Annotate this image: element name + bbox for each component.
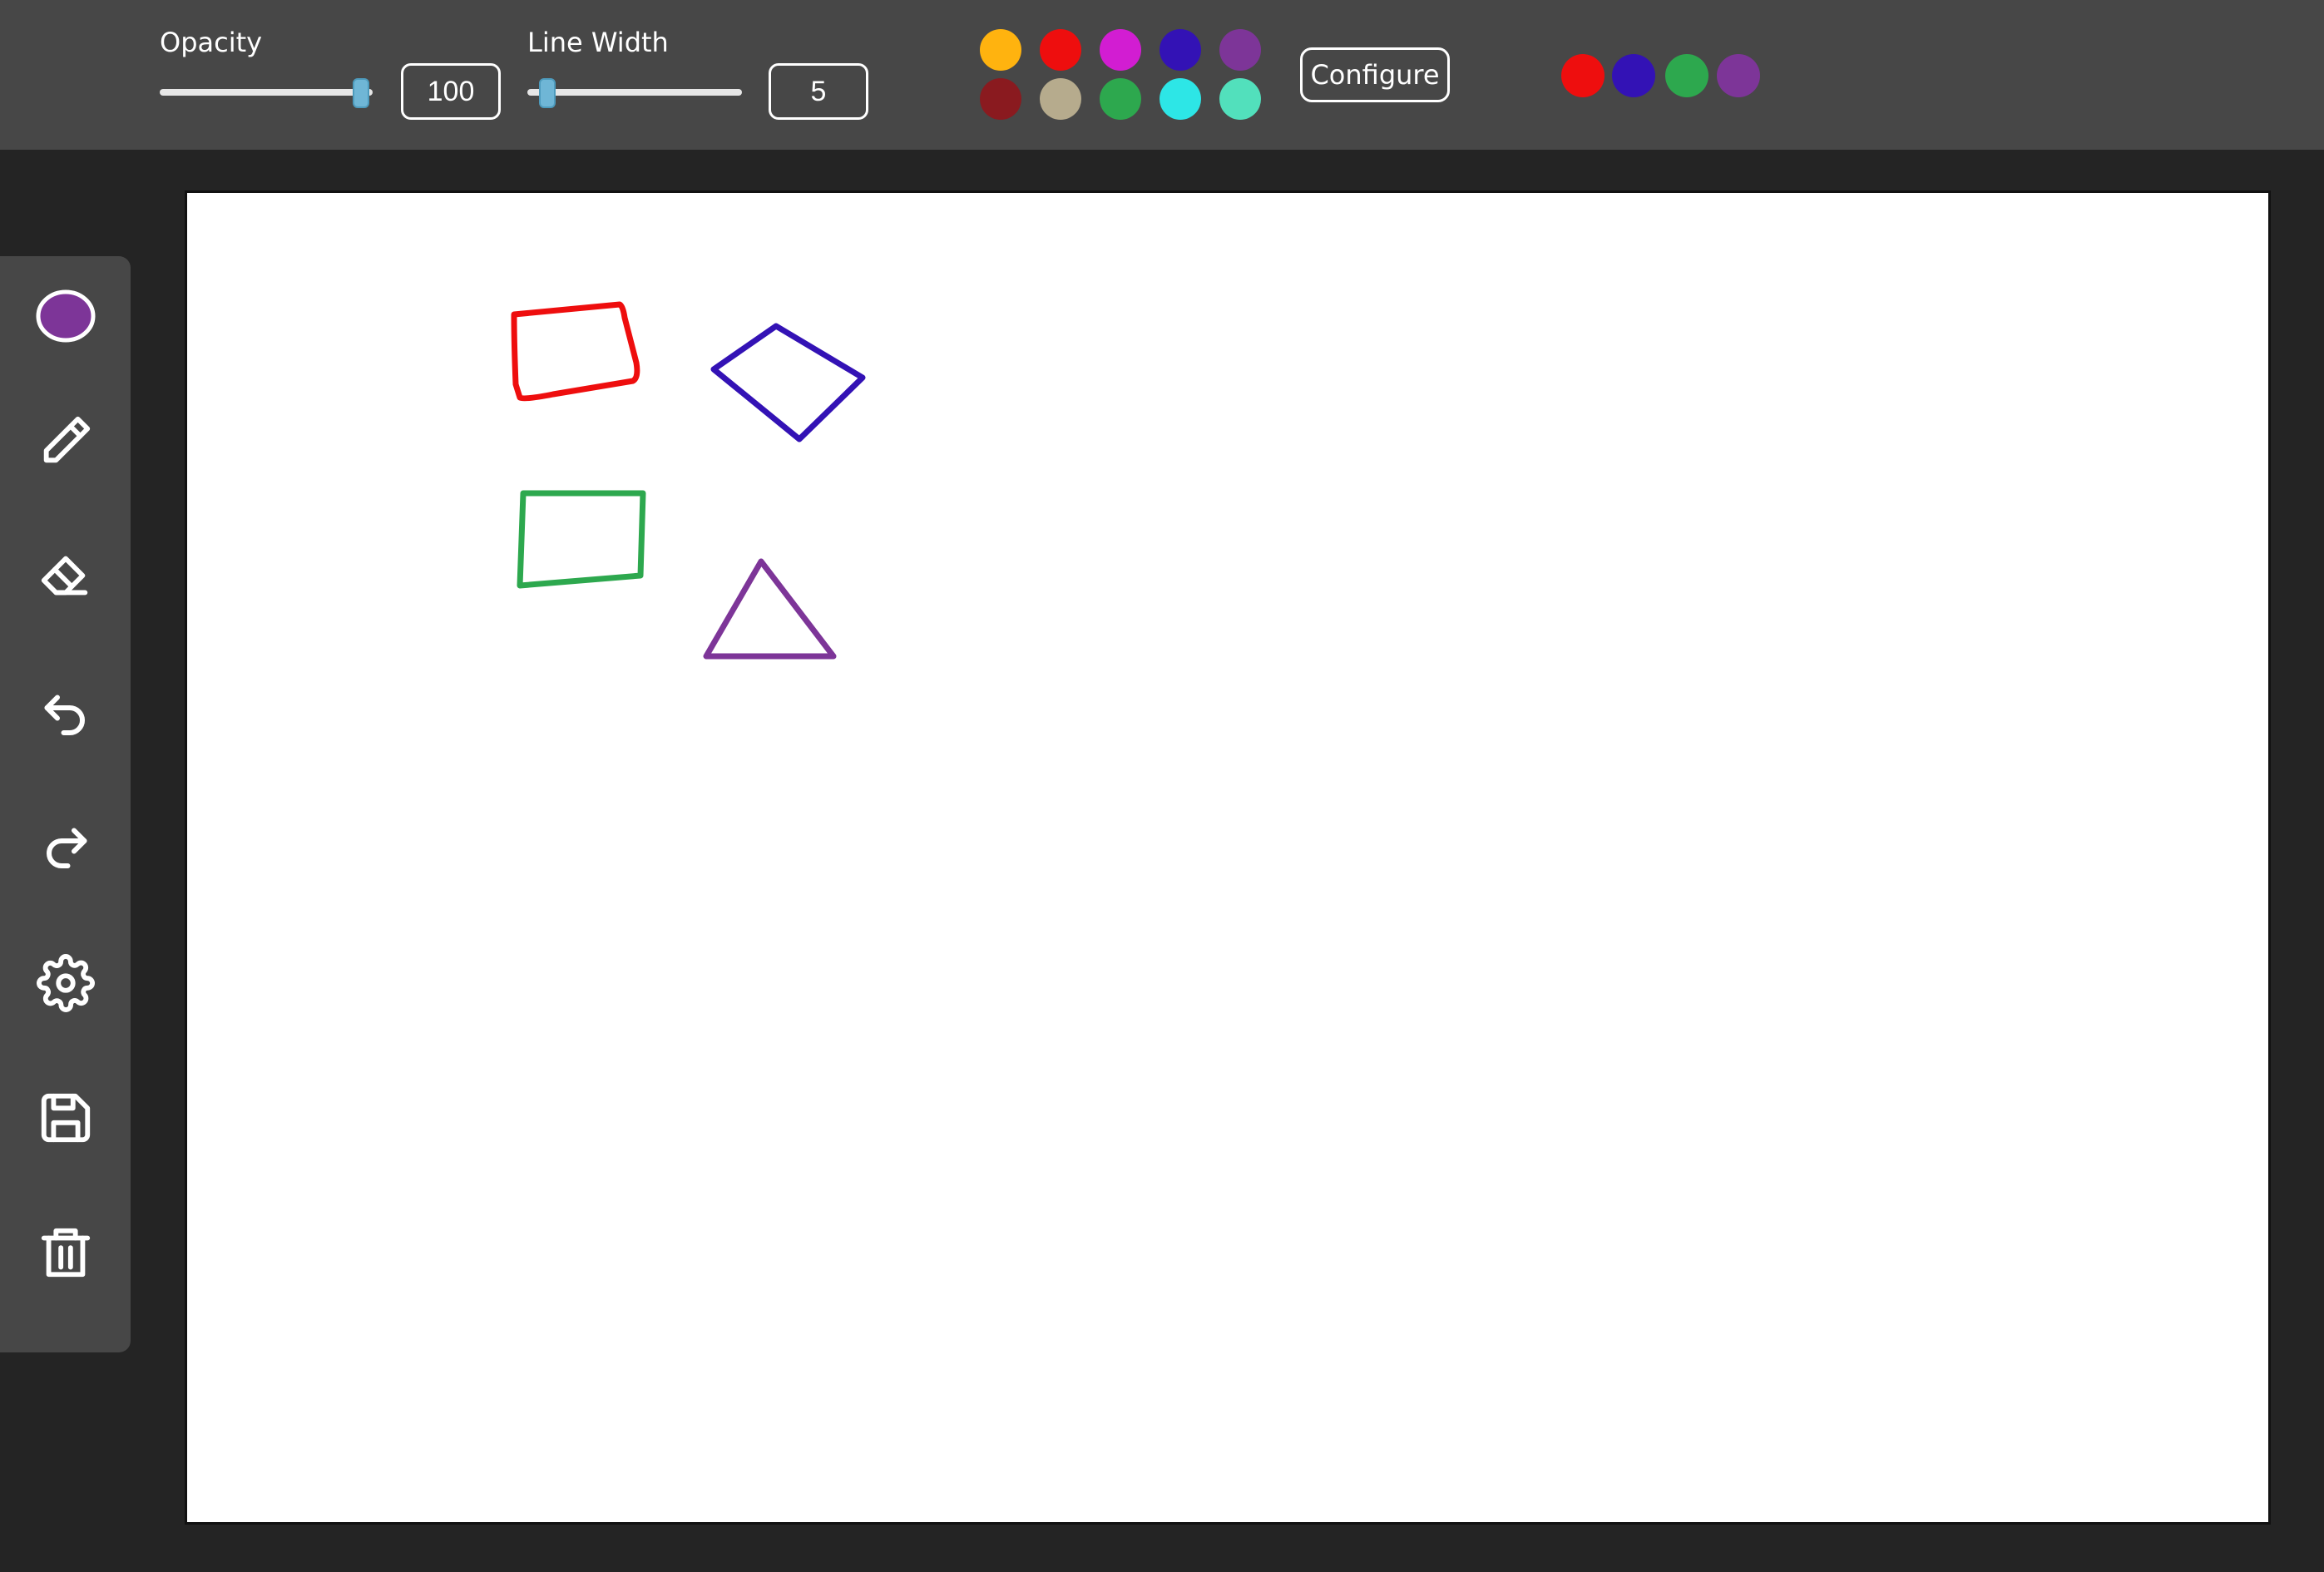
indigo-diamond bbox=[710, 323, 866, 442]
pencil-icon bbox=[43, 416, 90, 463]
swatch-orange[interactable] bbox=[980, 29, 1021, 71]
redo-icon bbox=[46, 828, 87, 868]
drawing-canvas[interactable] bbox=[185, 190, 2271, 1525]
recent-color-red[interactable] bbox=[1561, 54, 1605, 97]
swatch-purple[interactable] bbox=[1219, 29, 1261, 71]
swatch-indigo[interactable] bbox=[1160, 29, 1201, 71]
swatch-tan[interactable] bbox=[1040, 78, 1081, 120]
opacity-label: Opacity bbox=[160, 27, 263, 58]
swatch-cyan[interactable] bbox=[1160, 78, 1201, 120]
opacity-slider-thumb[interactable] bbox=[353, 78, 369, 108]
swatch-dark-red[interactable] bbox=[980, 78, 1021, 120]
green-rectangle bbox=[517, 490, 646, 589]
current-color-tool[interactable] bbox=[0, 258, 131, 374]
red-quadrilateral bbox=[511, 301, 640, 402]
line-width-slider-thumb[interactable] bbox=[538, 78, 556, 108]
gear-icon bbox=[36, 954, 95, 1012]
opacity-value-field[interactable]: 100 bbox=[401, 63, 501, 120]
top-toolbar: Opacity 100 Line Width 5 Configure bbox=[0, 0, 2324, 150]
line-width-value-field[interactable]: 5 bbox=[769, 63, 868, 120]
save-tool[interactable] bbox=[0, 1060, 131, 1176]
swatch-red[interactable] bbox=[1040, 29, 1081, 71]
recent-color-indigo[interactable] bbox=[1612, 54, 1655, 97]
swatch-green[interactable] bbox=[1100, 78, 1141, 120]
swatch-aquamarine[interactable] bbox=[1219, 78, 1261, 120]
save-icon bbox=[41, 1093, 90, 1143]
opacity-slider[interactable] bbox=[160, 89, 373, 96]
recent-color-green[interactable] bbox=[1665, 54, 1708, 97]
trash-icon bbox=[41, 1228, 90, 1278]
eraser-icon bbox=[41, 556, 87, 596]
settings-tool[interactable] bbox=[0, 925, 131, 1041]
clear-tool[interactable] bbox=[0, 1194, 131, 1311]
line-width-slider[interactable] bbox=[527, 89, 742, 96]
undo-icon bbox=[44, 695, 85, 735]
recent-color-purple[interactable] bbox=[1717, 54, 1760, 97]
line-width-label: Line Width bbox=[527, 27, 669, 58]
eraser-tool[interactable] bbox=[0, 517, 131, 634]
pencil-tool[interactable] bbox=[0, 383, 131, 499]
swatch-magenta[interactable] bbox=[1100, 29, 1141, 71]
redo-tool[interactable] bbox=[0, 787, 131, 903]
current-color-icon bbox=[36, 289, 95, 343]
undo-tool[interactable] bbox=[0, 654, 131, 770]
canvas-drawing-layer bbox=[511, 301, 866, 660]
configure-button[interactable]: Configure bbox=[1300, 47, 1450, 102]
purple-triangle bbox=[703, 558, 837, 660]
